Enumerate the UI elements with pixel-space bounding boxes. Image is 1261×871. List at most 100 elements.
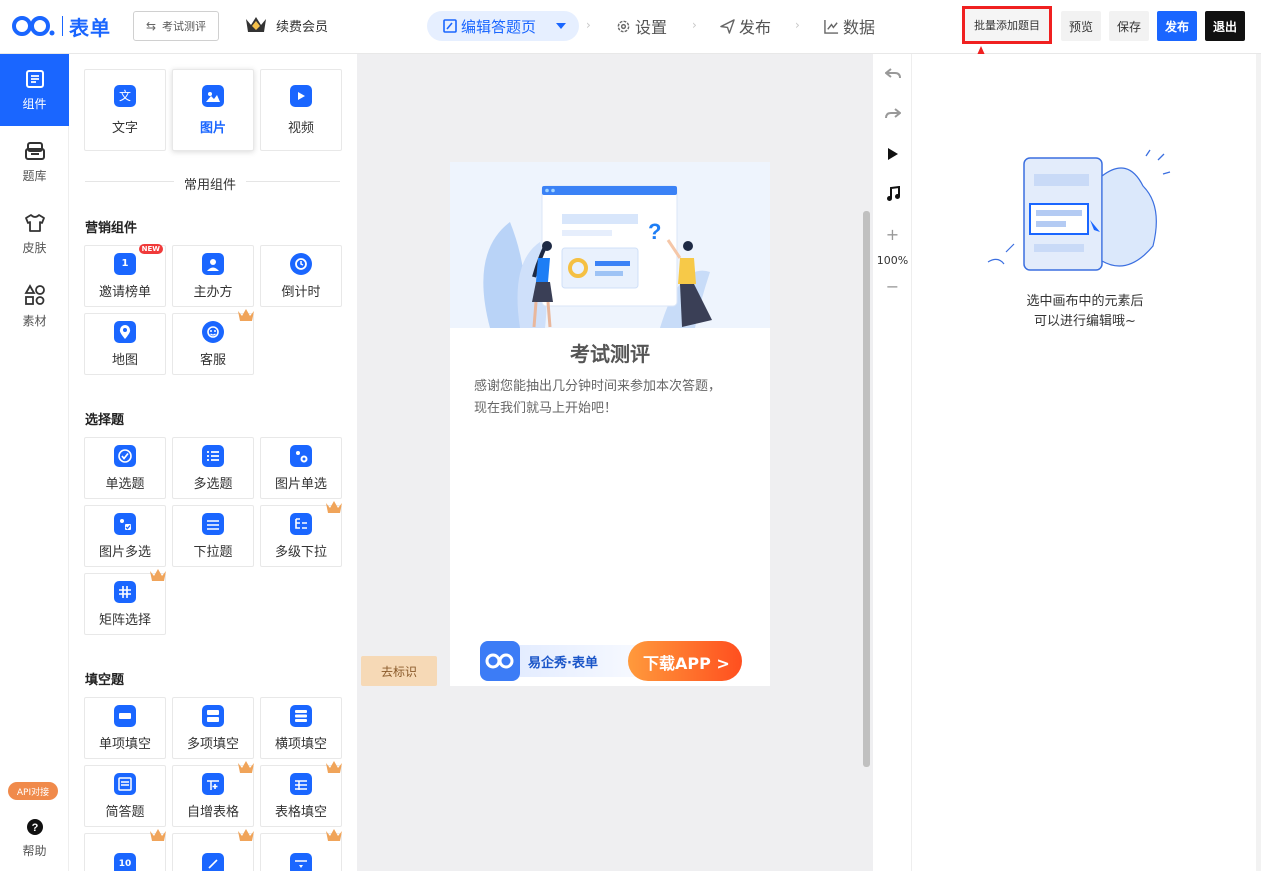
tile-label: 倒计时 (281, 284, 321, 300)
tile-label: 简答题 (105, 804, 145, 820)
vip-crown-icon (150, 829, 166, 841)
send-icon (720, 18, 735, 34)
component-number-stepper[interactable]: 10 (84, 829, 166, 871)
zoom-level: 100% (876, 253, 909, 267)
tile-label: 单项填空 (98, 736, 151, 752)
preview-button[interactable]: 预览 (1061, 11, 1101, 41)
canvas-scrollbar[interactable] (863, 211, 870, 767)
save-button[interactable]: 保存 (1109, 11, 1149, 41)
api-badge[interactable]: API对接 (8, 782, 58, 800)
vip-crown-icon (326, 501, 342, 513)
common-components-heading: 常用组件 (174, 174, 247, 193)
tile-label: 客服 (199, 352, 226, 368)
rail-item-components[interactable]: 组件 (0, 54, 69, 126)
video-icon (290, 84, 312, 107)
component-auto-table[interactable]: 自增表格 (172, 761, 254, 827)
vip-label: 续费会员 (276, 19, 329, 35)
image-check-icon (114, 512, 136, 535)
app-download-banner[interactable]: 易企秀·表单 下载APP > (480, 639, 742, 683)
component-video[interactable]: 视频 (260, 69, 342, 151)
component-matrix-choice[interactable]: 矩阵选择 (84, 569, 166, 635)
gear-icon (617, 20, 630, 32)
number-value: 10 (118, 859, 132, 869)
component-multi-fill[interactable]: 多项填空 (172, 697, 254, 759)
component-multi-choice[interactable]: 多选题 (172, 437, 254, 499)
rail-item-skin[interactable]: 皮肤 (0, 198, 69, 270)
checklist-icon (202, 444, 224, 467)
component-invite-ranking[interactable]: NEW 1 邀请榜单 (84, 244, 166, 307)
component-table-fill[interactable]: 表格填空 (260, 761, 342, 827)
component-image-multi-choice[interactable]: 图片多选 (84, 505, 166, 567)
redo-icon[interactable] (873, 104, 912, 124)
question-bank-icon (24, 141, 45, 160)
rail-item-help[interactable]: ? 帮助 (0, 810, 69, 866)
ranking-icon: 1 (114, 252, 136, 275)
component-single-choice[interactable]: 单选题 (84, 437, 166, 499)
component-signature[interactable] (172, 829, 254, 871)
timer-icon (290, 252, 312, 275)
tile-label: 视频 (287, 120, 314, 136)
image-radio-icon (290, 444, 312, 467)
canvas-page[interactable]: ? 考试测评 感谢您能抽出几分钟时间来参加本次答题， 现在我们就马上开始吧！ 易… (450, 162, 770, 686)
tab-publish-label: 发布 (739, 18, 772, 37)
component-customer-service[interactable]: 客服 (172, 309, 254, 375)
zoom-in-icon[interactable]: + (873, 224, 912, 244)
multi-input-icon (202, 704, 224, 727)
empty-hint-line: 选中画布中的元素后 (1026, 294, 1144, 309)
canvas-tools: + 100% − (873, 54, 912, 871)
signature-icon (202, 853, 224, 871)
tab-settings[interactable]: 设置 (616, 14, 667, 38)
tile-label: 横项填空 (274, 736, 327, 752)
component-image-single-choice[interactable]: 图片单选 (260, 437, 342, 499)
exit-button[interactable]: 退出 (1205, 11, 1245, 41)
page-scrollbar[interactable] (1256, 54, 1261, 871)
nav-chevron-icon: › (795, 18, 800, 32)
rail-item-bank[interactable]: 题库 (0, 126, 69, 198)
component-organizer[interactable]: 主办方 (172, 245, 254, 307)
publish-button[interactable]: 发布 (1157, 11, 1197, 41)
app-logo[interactable]: 表单 (12, 12, 111, 40)
properties-panel: 选中画布中的元素后 可以进行编辑哦~ (912, 54, 1258, 871)
component-short-answer[interactable]: 简答题 (84, 765, 166, 827)
rail-item-material[interactable]: 素材 (0, 270, 69, 342)
tile-label: 自增表格 (186, 804, 239, 820)
textarea-icon (114, 772, 136, 795)
tab-edit-page[interactable]: 编辑答题页 (427, 11, 579, 41)
chevron-down-icon[interactable] (556, 23, 566, 29)
vip-crown-icon (150, 569, 166, 581)
empty-hint-line: 可以进行编辑哦~ (1034, 314, 1136, 329)
component-image[interactable]: 图片 (172, 69, 254, 151)
component-horizontal-fill[interactable]: 横项填空 (260, 697, 342, 759)
page-title[interactable]: 考试测评 (450, 338, 770, 367)
top-bar: 表单 ⇆ 考试测评 续费会员 编辑答题页 › 设置 › 发布 › 数据 批量添加… (0, 0, 1261, 54)
component-table-dropdown[interactable] (260, 829, 342, 871)
undo-icon[interactable] (873, 64, 912, 84)
zoom-out-icon[interactable]: − (873, 276, 912, 296)
form-title-button[interactable]: ⇆ 考试测评 (133, 11, 219, 41)
component-map[interactable]: 地图 (84, 313, 166, 375)
component-single-fill[interactable]: 单项填空 (84, 697, 166, 759)
number-icon: 10 (114, 853, 136, 871)
vip-renew-link[interactable]: 续费会员 (244, 15, 328, 35)
download-app-button[interactable]: 下载APP > (643, 650, 730, 674)
remove-watermark-button[interactable]: 去标识 (361, 656, 437, 686)
music-icon[interactable] (873, 184, 912, 204)
tab-publish[interactable]: 发布 (720, 14, 771, 38)
svg-text:?: ? (648, 219, 661, 244)
component-cascade-dropdown[interactable]: 多级下拉 (260, 501, 342, 567)
vip-crown-icon (326, 761, 342, 773)
logo-text: 表单 (69, 15, 111, 40)
nav-chevron-icon: › (692, 18, 697, 32)
tile-label: 多级下拉 (274, 544, 327, 560)
component-dropdown[interactable]: 下拉题 (172, 505, 254, 567)
page-description[interactable]: 感谢您能抽出几分钟时间来参加本次答题， 现在我们就马上开始吧！ (474, 376, 754, 420)
tile-label: 多项填空 (186, 736, 239, 752)
batch-add-questions-button[interactable]: 批量添加题目 (962, 6, 1052, 44)
logo-icon (12, 16, 55, 36)
component-countdown[interactable]: 倒计时 (260, 245, 342, 307)
component-text[interactable]: 文 文字 (84, 69, 166, 151)
left-rail: 组件 题库 皮肤 素材 API对接 ? 帮助 (0, 54, 69, 871)
component-panel: 文 文字 图片 视频 常用组件 营销组件 NEW 1 邀请榜单 主办方 倒计时 (69, 54, 357, 871)
play-icon[interactable] (873, 144, 912, 164)
tab-data[interactable]: 数据 (824, 14, 875, 38)
